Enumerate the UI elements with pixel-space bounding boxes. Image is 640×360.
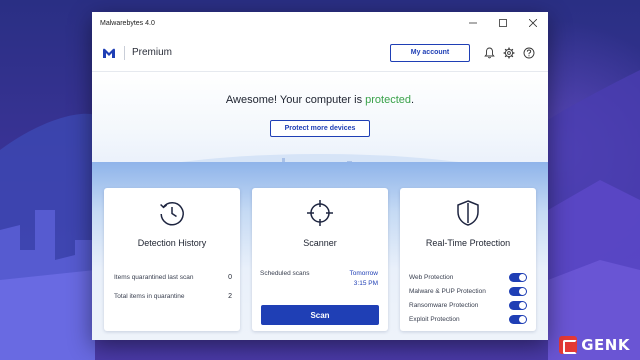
protection-label: Malware & PUP Protection (409, 288, 486, 295)
malware-pup-protection-toggle[interactable] (509, 287, 527, 296)
malware-pup-protection-row: Malware & PUP Protection (409, 287, 527, 296)
scanner-card[interactable]: Scanner Scheduled scans Tomorrow 3:15 PM… (252, 188, 388, 331)
watermark: GENK (559, 336, 630, 354)
edition-label: Premium (132, 47, 173, 58)
watermark-text: GENK (581, 336, 630, 354)
protection-status-message: Awesome! Your computer is protected. (92, 94, 548, 106)
minimize-button[interactable] (458, 12, 488, 34)
scheduled-scans-label: Scheduled scans (260, 270, 310, 277)
status-protected-text: protected (365, 94, 412, 106)
protection-label: Ransomware Protection (409, 302, 479, 309)
ransomware-protection-toggle[interactable] (509, 301, 527, 310)
status-message-prefix: Awesome! Your computer is (225, 94, 363, 106)
app-window: Malwarebytes 4.0 Premium My account Awes… (92, 12, 548, 340)
web-protection-row: Web Protection (409, 273, 527, 282)
exploit-protection-toggle[interactable] (509, 315, 527, 324)
title-bar: Malwarebytes 4.0 (92, 12, 548, 34)
real-time-protection-title: Real-Time Protection (425, 238, 511, 248)
crosshair-icon (307, 200, 333, 226)
web-protection-toggle[interactable] (509, 273, 527, 282)
protection-label: Exploit Protection (409, 316, 460, 323)
row-label: Items quarantined last scan (114, 274, 194, 281)
dashboard-cards-area: Detection History Items quarantined last… (92, 162, 548, 340)
help-button[interactable] (522, 46, 536, 60)
history-clock-icon (160, 202, 184, 226)
shield-icon (457, 200, 479, 226)
total-quarantine-row: Total items in quarantine 2 (114, 293, 232, 300)
window-title: Malwarebytes 4.0 (100, 19, 155, 27)
scheduled-scan-time[interactable]: 3:15 PM (354, 280, 378, 287)
quarantined-last-scan-row: Items quarantined last scan 0 (114, 274, 232, 281)
protection-label: Web Protection (409, 274, 454, 281)
card-icon-wrap (400, 199, 536, 227)
scan-button[interactable]: Scan (261, 305, 379, 325)
row-label: Total items in quarantine (114, 293, 185, 300)
minimize-icon (469, 22, 477, 24)
detection-history-title: Detection History (137, 238, 207, 248)
genk-logo-icon (559, 336, 578, 354)
ransomware-protection-row: Ransomware Protection (409, 301, 527, 310)
card-icon-wrap (252, 199, 388, 227)
status-message-suffix: . (411, 94, 415, 106)
settings-button[interactable] (502, 46, 516, 60)
notifications-button[interactable] (482, 46, 496, 60)
malwarebytes-logo-icon (103, 48, 115, 58)
row-value: 2 (228, 293, 232, 300)
scanner-title: Scanner (303, 238, 337, 248)
maximize-icon (499, 19, 507, 27)
gear-icon (503, 47, 515, 58)
card-icon-wrap (104, 199, 240, 227)
brand-separator (124, 45, 125, 60)
row-value: 0 (228, 274, 232, 281)
scheduled-scan-day[interactable]: Tomorrow (349, 270, 378, 277)
help-icon (523, 47, 535, 58)
detection-history-card[interactable]: Detection History Items quarantined last… (104, 188, 240, 331)
close-button[interactable] (518, 12, 548, 34)
real-time-protection-card[interactable]: Real-Time Protection Web Protection Malw… (400, 188, 536, 331)
my-account-button[interactable]: My account (390, 43, 470, 62)
close-icon (529, 19, 537, 27)
app-header: Premium My account (92, 34, 548, 72)
maximize-button[interactable] (488, 12, 518, 34)
brand: Premium (102, 45, 390, 60)
exploit-protection-row: Exploit Protection (409, 315, 527, 324)
bell-icon (483, 47, 495, 58)
